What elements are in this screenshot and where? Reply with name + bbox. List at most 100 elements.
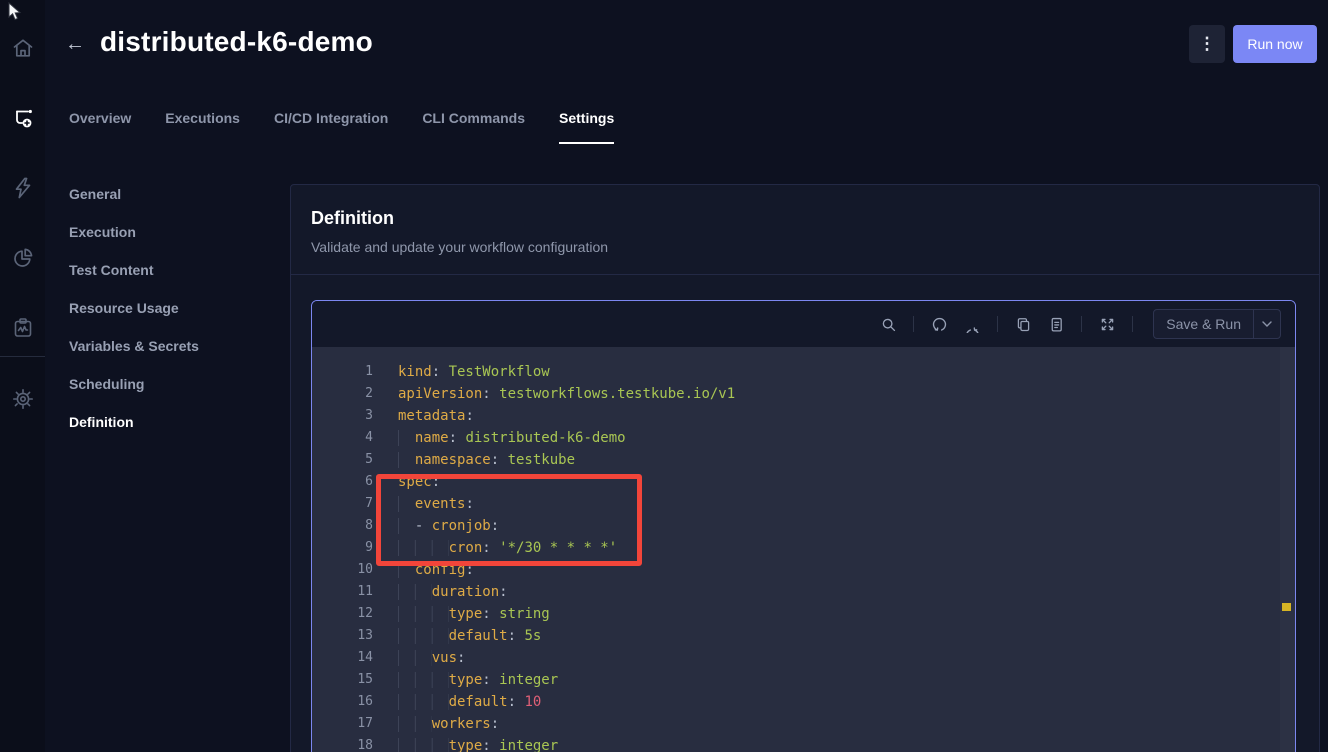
line-number: 11 (312, 581, 398, 603)
code-text: metadata: (398, 405, 474, 427)
editor-scrollbar[interactable] (1280, 347, 1295, 752)
settings-nav-item-scheduling[interactable]: Scheduling (45, 365, 290, 403)
test-results-icon[interactable] (11, 316, 35, 340)
line-number: 2 (312, 383, 398, 405)
line-number: 13 (312, 625, 398, 647)
line-number: 18 (312, 735, 398, 752)
paste-button[interactable] (1043, 311, 1069, 337)
page-title: distributed-k6-demo (100, 26, 373, 58)
line-number: 12 (312, 603, 398, 625)
back-button[interactable]: ← (62, 30, 88, 58)
toolbar-divider (1081, 316, 1082, 332)
toolbar-divider (913, 316, 914, 332)
code-text: namespace: testkube (398, 449, 575, 471)
code-line[interactable]: 9 cron: '*/30 * * * *' (312, 537, 1295, 559)
code-line[interactable]: 4 name: distributed-k6-demo (312, 427, 1295, 449)
line-number: 14 (312, 647, 398, 669)
code-text: apiVersion: testworkflows.testkube.io/v1 (398, 383, 735, 405)
code-line[interactable]: 11 duration: (312, 581, 1295, 603)
line-number: 10 (312, 559, 398, 581)
settings-nav-item-variables-secrets[interactable]: Variables & Secrets (45, 327, 290, 365)
app-window: { "header": { "title": "distributed-k6-d… (0, 0, 1328, 752)
home-icon[interactable] (11, 36, 35, 60)
line-number: 7 (312, 493, 398, 515)
code-text: duration: (398, 581, 508, 603)
definition-card: Definition Validate and update your work… (290, 184, 1320, 752)
expand-button[interactable] (1094, 311, 1120, 337)
code-line[interactable]: 18 type: integer (312, 735, 1295, 752)
line-number: 16 (312, 691, 398, 713)
code-text: type: integer (398, 735, 558, 752)
copy-icon (1015, 316, 1032, 333)
code-text: config: (398, 559, 474, 581)
code-line[interactable]: 5 namespace: testkube (312, 449, 1295, 471)
code-text: workers: (398, 713, 499, 735)
code-text: cron: '*/30 * * * *' (398, 537, 617, 559)
code-line[interactable]: 1kind: TestWorkflow (312, 361, 1295, 383)
pie-chart-icon[interactable] (11, 246, 35, 270)
code-editor: Save & Run 1kind: TestWorkflow2apiVersio… (311, 300, 1296, 752)
run-now-button[interactable]: Run now (1233, 25, 1317, 63)
line-number: 4 (312, 427, 398, 449)
code-line[interactable]: 6spec: (312, 471, 1295, 493)
tabs: Overview Executions CI/CD Integration CLI C… (69, 110, 614, 144)
copy-button[interactable] (1010, 311, 1036, 337)
tab-executions[interactable]: Executions (165, 110, 240, 144)
code-line[interactable]: 14 vus: (312, 647, 1295, 669)
code-line[interactable]: 8 - cronjob: (312, 515, 1295, 537)
more-options-button[interactable]: ⋮ (1189, 25, 1225, 63)
code-line[interactable]: 15 type: integer (312, 669, 1295, 691)
code-text: vus: (398, 647, 465, 669)
code-text: type: string (398, 603, 550, 625)
settings-nav-item-test-content[interactable]: Test Content (45, 251, 290, 289)
code-line[interactable]: 3metadata: (312, 405, 1295, 427)
code-line[interactable]: 7 events: (312, 493, 1295, 515)
code-line[interactable]: 13 default: 5s (312, 625, 1295, 647)
settings-nav-item-execution[interactable]: Execution (45, 213, 290, 251)
search-button[interactable] (875, 311, 901, 337)
settings-nav-item-resource-usage[interactable]: Resource Usage (45, 289, 290, 327)
rail-divider (0, 356, 45, 357)
panel-title: Definition (311, 207, 1299, 229)
tab-settings[interactable]: Settings (559, 110, 614, 144)
lightning-icon[interactable] (11, 176, 35, 200)
code-text: default: 10 (398, 691, 541, 713)
code-text: type: integer (398, 669, 558, 691)
gear-icon[interactable] (11, 387, 35, 411)
line-number: 5 (312, 449, 398, 471)
toolbar-divider (1132, 316, 1133, 332)
line-number: 9 (312, 537, 398, 559)
save-and-run-button[interactable]: Save & Run (1153, 309, 1281, 339)
test-workflows-icon[interactable] (11, 106, 35, 130)
code-line[interactable]: 17 workers: (312, 713, 1295, 735)
code-line[interactable]: 16 default: 10 (312, 691, 1295, 713)
back-arrow-icon: ← (65, 33, 85, 56)
icon-rail (0, 0, 45, 752)
line-number: 8 (312, 515, 398, 537)
scrollbar-marker (1282, 603, 1291, 611)
code-line[interactable]: 2apiVersion: testworkflows.testkube.io/v… (312, 383, 1295, 405)
save-and-run-chevron[interactable] (1254, 310, 1280, 338)
expand-icon (1099, 316, 1116, 333)
search-icon (880, 316, 897, 333)
undo-icon (931, 316, 948, 333)
code-text: spec: (398, 471, 440, 493)
code-line[interactable]: 10 config: (312, 559, 1295, 581)
line-number: 15 (312, 669, 398, 691)
redo-button[interactable] (959, 311, 985, 337)
code-area[interactable]: 1kind: TestWorkflow2apiVersion: testwork… (312, 347, 1295, 752)
settings-nav-item-definition[interactable]: Definition (45, 403, 290, 441)
paste-icon (1048, 316, 1065, 333)
panel-subtitle: Validate and update your workflow config… (311, 237, 1299, 257)
editor-toolbar: Save & Run (312, 301, 1295, 347)
code-line[interactable]: 12 type: string (312, 603, 1295, 625)
settings-nav: GeneralExecutionTest ContentResource Usa… (45, 175, 290, 441)
undo-button[interactable] (926, 311, 952, 337)
tab-cli-commands[interactable]: CLI Commands (422, 110, 525, 144)
tab-ci-cd-integration[interactable]: CI/CD Integration (274, 110, 388, 144)
code-lines: 1kind: TestWorkflow2apiVersion: testwork… (312, 361, 1295, 752)
settings-nav-item-general[interactable]: General (45, 175, 290, 213)
line-number: 3 (312, 405, 398, 427)
tab-overview[interactable]: Overview (69, 110, 131, 144)
redo-icon (964, 316, 981, 333)
